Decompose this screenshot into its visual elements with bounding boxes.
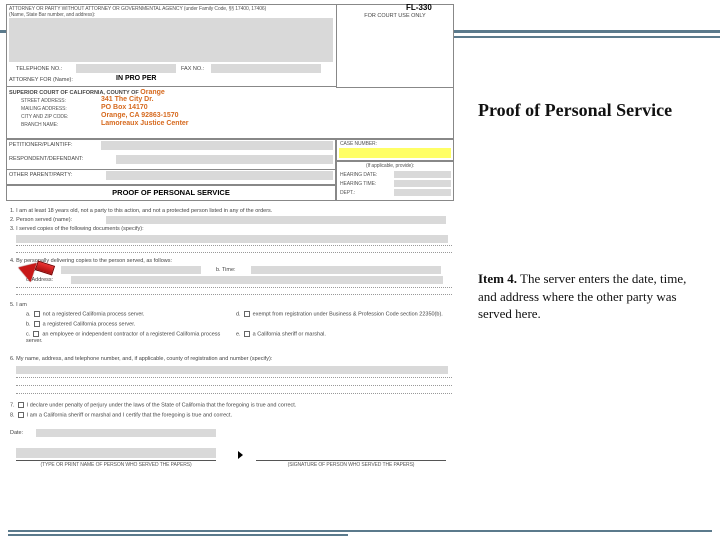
fax-fill	[211, 64, 321, 73]
item-1: 1. I am at least 18 years old, not a par…	[10, 208, 450, 215]
item-6: 6. My name, address, and telephone numbe…	[10, 356, 450, 363]
fax-label: FAX NO.:	[181, 66, 204, 73]
item-5c: c. an employee or independent contractor…	[26, 331, 226, 345]
item-5a: a. not a registered California process s…	[26, 311, 144, 318]
item-8: 8. I am a California sheriff or marshal …	[10, 412, 450, 419]
item-4: 4. By personally delivering copies to th…	[10, 258, 172, 265]
county: Orange	[140, 89, 165, 96]
mail-label: MAILING ADDRESS:	[21, 106, 67, 112]
dept-label: DEPT.:	[340, 190, 355, 196]
branch-label: BRANCH NAME:	[21, 122, 58, 128]
in-pro-per: IN PRO PER	[116, 75, 156, 83]
case-number-highlight	[339, 148, 451, 158]
other-parent-label: OTHER PARENT/PARTY:	[9, 172, 72, 179]
telephone-fill	[76, 64, 176, 73]
item-7: 7. I declare under penalty of perjury un…	[10, 402, 450, 409]
slide-title: Proof of Personal Service	[478, 100, 672, 121]
signature-right-caption: (SIGNATURE OF PERSON WHO SERVED THE PAPE…	[256, 462, 446, 468]
court-use-only: FOR COURT USE ONLY	[341, 13, 449, 20]
item-5d: d. exempt from registration under Busine…	[236, 311, 446, 318]
item-5: 5. I am	[10, 302, 27, 309]
petitioner-label: PETITIONER/PLAINTIFF:	[9, 142, 73, 149]
hearing-time-label: HEARING TIME:	[340, 181, 376, 187]
attorney-for-label: ATTORNEY FOR (Name):	[9, 77, 73, 84]
case-number-label: CASE NUMBER:	[340, 141, 377, 147]
signature-left-caption: (TYPE OR PRINT NAME OF PERSON WHO SERVED…	[16, 462, 216, 468]
date-label: Date:	[10, 430, 23, 437]
form-number: FL-330	[406, 3, 432, 13]
cityzip-label: CITY AND ZIP CODE:	[21, 114, 68, 120]
item-5b: b. a registered California process serve…	[26, 321, 135, 328]
form-heading: PROOF OF PERSONAL SERVICE	[6, 188, 336, 197]
telephone-label: TELEPHONE NO.:	[16, 66, 62, 73]
item-4b: b. Time:	[216, 267, 236, 274]
branch-val: Lamoreaux Justice Center	[101, 120, 189, 128]
hearing-date-label: HEARING DATE:	[340, 172, 377, 178]
slide: Proof of Personal Service Item 4. The se…	[0, 0, 720, 540]
item-2: 2. Person served (name):	[10, 217, 72, 224]
item-3: 3. I served copies of the following docu…	[10, 226, 144, 233]
annotation-lead: Item 4.	[478, 271, 517, 286]
street-label: STREET ADDRESS:	[21, 98, 66, 104]
annotation-item4: Item 4. The server enters the date, time…	[478, 270, 698, 323]
item-5e: e. a California sheriff or marshal.	[236, 331, 326, 338]
respondent-label: RESPONDENT/DEFENDANT:	[9, 156, 83, 163]
if-applicable: (If applicable, provide):	[366, 163, 414, 169]
item-4a: a. Date:	[26, 267, 45, 274]
signature-caret-icon	[238, 451, 243, 460]
form-fl330: FL-330 FOR COURT USE ONLY ATTORNEY OR PA…	[6, 4, 456, 524]
attorney-fill	[9, 18, 333, 62]
item-4c: c. Address:	[26, 277, 53, 284]
footer-rule	[8, 530, 712, 532]
